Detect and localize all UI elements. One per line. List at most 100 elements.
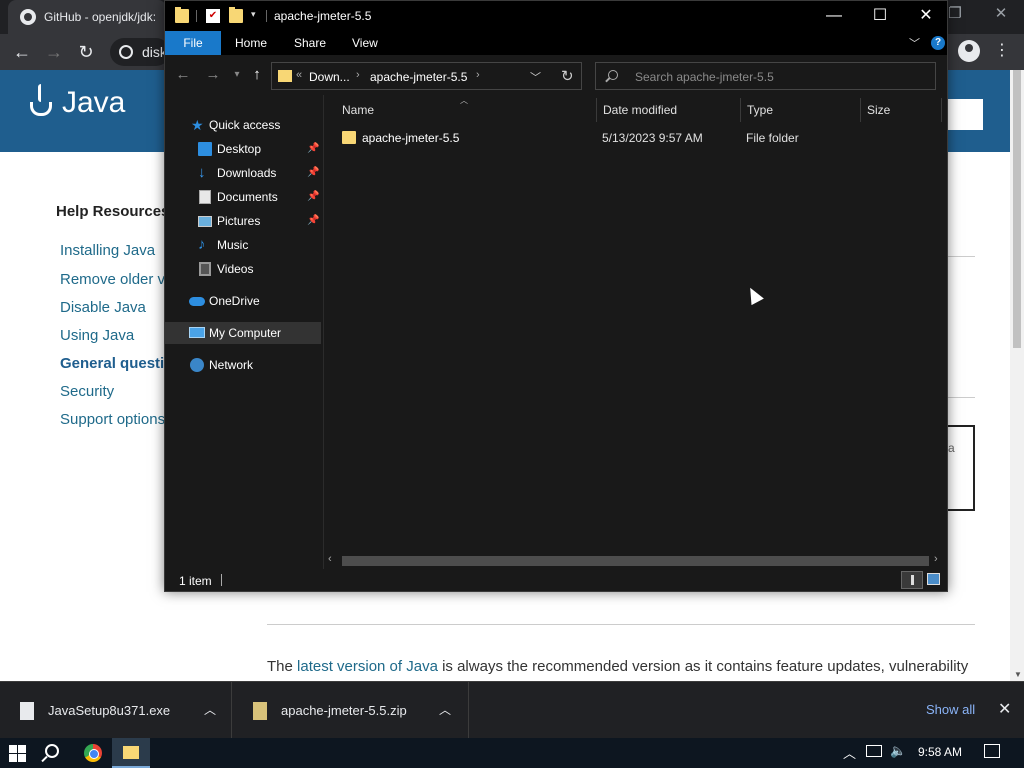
windows-start-icon[interactable] [9,745,26,762]
nav-up-button[interactable]: ↑ [247,65,267,85]
breadcrumb-apache-jmeter[interactable]: apache-jmeter-5.5 [370,70,467,84]
download-item[interactable]: apache-jmeter-5.5.zip ︿ [233,682,469,739]
pin-icon[interactable]: 📌 [307,138,319,160]
explorer-minimize-button[interactable]: — [811,1,857,31]
download-options-chevron-icon[interactable]: ︿ [439,701,451,718]
close-downloads-bar-icon[interactable]: ✕ [998,699,1011,719]
page-scrollbar[interactable]: ▲ ▼ [1010,70,1024,681]
address-bar[interactable]: « Down... › apache-jmeter-5.5 › ﹀ ↻ [271,62,582,90]
nav-videos[interactable]: Videos [165,258,321,280]
tab-share[interactable]: Share [282,31,338,55]
paragraph-text: The [267,658,298,675]
help-link-security[interactable]: Security [60,383,114,400]
column-header-date-modified[interactable]: Date modified [603,103,677,117]
nav-network[interactable]: Network [165,354,321,376]
java-logo[interactable]: Java [26,84,125,122]
nav-item-label: OneDrive [209,294,260,308]
profile-avatar-icon[interactable] [958,40,980,62]
address-dropdown-chevron-icon[interactable]: ﹀ [530,69,541,85]
tab-home[interactable]: Home [223,31,279,55]
column-resize-handle[interactable] [740,98,741,122]
column-headers: ︿ Name Date modified Type Size [324,95,947,125]
exe-file-icon [20,702,34,720]
help-link-using-java[interactable]: Using Java [60,327,134,344]
breadcrumb-separator-icon[interactable]: › [476,69,480,81]
nav-onedrive[interactable]: OneDrive [165,290,321,312]
nav-documents[interactable]: Documents 📌 [165,186,321,208]
page-scrollbar-thumb[interactable] [1013,70,1021,348]
pin-icon[interactable]: 📌 [307,162,319,184]
column-resize-handle[interactable] [941,98,942,122]
explorer-close-button[interactable]: ✕ [903,1,949,31]
expand-ribbon-chevron-icon[interactable]: ﹀ [909,35,920,51]
nav-pictures[interactable]: Pictures 📌 [165,210,321,232]
file-explorer-taskbar-icon[interactable] [112,738,150,768]
scroll-left-icon[interactable]: ‹ [328,553,332,565]
java-site-search-input[interactable] [946,99,983,130]
latest-version-link[interactable]: latest version of Java [297,658,438,675]
column-header-name[interactable]: Name [342,103,374,117]
browser-menu-icon[interactable]: ⋮ [994,40,1010,62]
download-item[interactable]: JavaSetup8u371.exe ︿ [0,682,232,739]
help-icon[interactable]: ? [931,36,945,50]
site-info-icon[interactable] [119,45,133,59]
browser-address-bar[interactable]: disk [110,38,170,66]
pin-icon[interactable]: 📌 [307,210,319,232]
show-hidden-icons-chevron-icon[interactable]: ︿ [843,743,856,762]
nav-quick-access[interactable]: ★ Quick access [165,114,321,136]
help-link-remove-older[interactable]: Remove older v [60,271,165,288]
column-header-type[interactable]: Type [747,103,773,117]
new-folder-icon[interactable] [229,7,243,23]
column-resize-handle[interactable] [860,98,861,122]
nav-desktop[interactable]: Desktop 📌 [165,138,321,160]
browser-reload-button[interactable]: ↻ [74,41,98,63]
browser-tab[interactable]: GitHub - openjdk/jdk: [8,0,166,34]
scroll-right-icon[interactable]: › [934,553,938,565]
large-icons-view-icon[interactable] [927,573,940,585]
tab-view[interactable]: View [340,31,390,55]
breadcrumb-downloads[interactable]: Down... [309,70,350,84]
search-box[interactable] [595,62,936,90]
column-resize-handle[interactable] [596,98,597,122]
download-options-chevron-icon[interactable]: ︿ [204,701,216,718]
explorer-title-bar[interactable]: ✔ ▾ apache-jmeter-5.5 — ☐ ✕ [165,1,947,31]
browser-back-button[interactable]: ← [10,41,34,63]
pin-icon[interactable]: 📌 [307,186,319,208]
properties-icon[interactable]: ✔ [206,9,220,23]
notification-center-icon[interactable] [984,744,1000,758]
help-link-installing-java[interactable]: Installing Java [60,242,155,259]
system-clock[interactable]: 9:58 AM [918,745,962,759]
tab-file[interactable]: File [165,31,221,55]
column-header-size[interactable]: Size [867,103,890,117]
nav-music[interactable]: ♪ Music [165,234,321,256]
nav-back-button[interactable]: ← [173,65,193,85]
search-input[interactable] [635,68,925,86]
nav-item-label: Quick access [209,118,281,132]
help-link-general-questions[interactable]: General questi [60,355,164,372]
help-link-support-options[interactable]: Support options [60,411,165,428]
refresh-icon[interactable]: ↻ [561,67,574,85]
network-tray-icon[interactable] [866,745,882,757]
customize-toolbar-chevron-icon[interactable]: ▾ [251,9,256,20]
recent-locations-chevron-icon[interactable]: ▾ [227,65,247,85]
volume-icon[interactable]: 🔈 [890,743,906,759]
file-row[interactable]: apache-jmeter-5.5 5/13/2023 9:57 AM File… [336,127,936,149]
breadcrumb-separator-icon[interactable]: › [356,69,360,81]
file-list-pane[interactable]: ︿ Name Date modified Type Size apache-jm… [324,95,947,569]
browser-close-button[interactable]: ✕ [986,4,1016,22]
horizontal-scrollbar[interactable]: ‹ › [324,553,947,569]
page-content-box: a [948,425,975,511]
nav-my-computer[interactable]: My Computer [165,322,321,344]
chrome-taskbar-icon[interactable] [84,744,102,762]
help-link-disable-java[interactable]: Disable Java [60,299,146,316]
nav-forward-button[interactable]: → [203,65,223,85]
browser-forward-button[interactable]: → [42,41,66,63]
explorer-maximize-button[interactable]: ☐ [857,1,903,31]
show-all-downloads-link[interactable]: Show all [926,702,975,717]
taskbar-search-icon[interactable] [45,744,59,758]
nav-downloads[interactable]: ↓ Downloads 📌 [165,162,321,184]
address-overflow-icon[interactable]: « [296,69,302,81]
horizontal-scrollbar-thumb[interactable] [342,556,929,566]
scroll-down-icon[interactable]: ▼ [1014,670,1022,679]
details-view-icon[interactable] [901,571,923,589]
